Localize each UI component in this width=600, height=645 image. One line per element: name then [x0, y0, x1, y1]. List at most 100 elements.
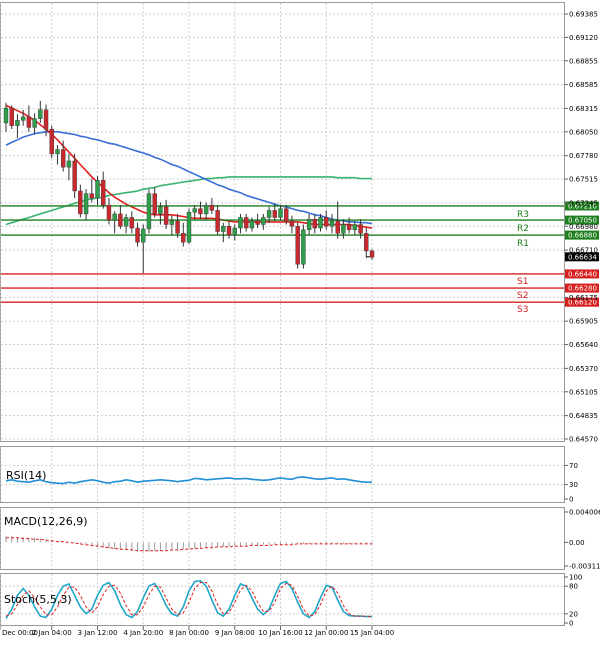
candle-bearish — [101, 180, 106, 206]
price-tick-label: 0.66175 — [569, 294, 598, 302]
candle-bullish — [123, 217, 129, 227]
candle-bearish — [295, 226, 300, 265]
candle-bearish — [181, 233, 186, 243]
level-label-r2: R2 — [517, 224, 529, 234]
macd-tick-label: 0.004006 — [569, 509, 600, 517]
candle-bullish — [55, 149, 60, 155]
candle-bearish — [312, 219, 318, 229]
stoch-tick-label: 80 — [569, 583, 578, 591]
price-tick-label: 0.67515 — [569, 176, 598, 184]
price-tick-label: 0.68315 — [569, 105, 598, 113]
candle-bearish — [26, 116, 32, 128]
rsi-tick-label: 70 — [569, 462, 578, 470]
candle-bullish — [306, 219, 312, 231]
rsi-tick-label: 0 — [569, 496, 573, 504]
candle-bearish — [129, 217, 135, 229]
candle-bearish — [272, 210, 277, 218]
candle-bullish — [318, 217, 323, 229]
candle-bullish — [341, 224, 346, 234]
macd-tick-label: -0.003115 — [569, 563, 600, 571]
level-label-r1: R1 — [517, 239, 529, 249]
candle-bearish — [72, 160, 77, 192]
candle-bullish — [261, 217, 266, 225]
macd-tick-label: 0.00 — [569, 539, 585, 547]
price-tick-label: 0.64570 — [569, 436, 598, 444]
x-axis-tick-label: 9 Jan 08:00 — [215, 629, 255, 637]
candle-bearish — [243, 217, 249, 229]
macd-label: MACD(12,26,9) — [4, 515, 88, 528]
candle-bullish — [266, 210, 272, 218]
candle-bearish — [163, 206, 169, 225]
price-tick-label: 0.65905 — [569, 318, 598, 326]
candle-bearish — [209, 204, 215, 211]
x-axis-tick-label: 2 Jan 04:00 — [32, 629, 72, 637]
candle-bearish — [284, 208, 289, 222]
candle-bearish — [60, 149, 66, 168]
level-price-label: 0.66440 — [568, 270, 597, 278]
price-tick-label: 0.68855 — [569, 57, 598, 65]
candle-bullish — [301, 229, 306, 265]
candle-bearish — [152, 193, 157, 215]
candle-bullish — [15, 120, 20, 126]
candle-bullish — [158, 206, 163, 215]
candle-bullish — [238, 217, 243, 229]
candle-bullish — [352, 224, 358, 231]
level-label-s3: S3 — [517, 305, 528, 315]
candle-bearish — [358, 224, 363, 234]
candle-bullish — [192, 208, 197, 213]
rsi-tick-label: 30 — [569, 481, 578, 489]
candle-bullish — [146, 193, 152, 230]
candle-bearish — [43, 109, 49, 130]
candle-bullish — [3, 107, 9, 124]
candle-bearish — [135, 227, 140, 243]
candle-bearish — [346, 224, 352, 231]
stoch-label: Stoch(5,5,3) — [4, 593, 72, 606]
price-tick-label: 0.69120 — [569, 34, 598, 42]
candle-bullish — [203, 204, 209, 215]
price-tick-label: 0.65640 — [569, 341, 598, 349]
candle-bullish — [278, 208, 283, 218]
candle-bullish — [32, 118, 37, 128]
price-tick-label: 0.67780 — [569, 152, 598, 160]
candle-bearish — [49, 128, 54, 155]
price-tick-label: 0.68050 — [569, 128, 598, 136]
level-price-label: 0.66280 — [568, 285, 597, 293]
candle-bearish — [335, 220, 340, 234]
candle-bearish — [255, 220, 260, 225]
candle-bullish — [169, 220, 175, 225]
level-label-s1: S1 — [517, 277, 528, 287]
price-tick-label: 0.65370 — [569, 365, 598, 373]
candle-bullish — [95, 180, 100, 199]
candle-bearish — [118, 213, 123, 227]
price-tick-label: 0.68585 — [569, 81, 598, 89]
candle-bullish — [221, 226, 226, 232]
candle-bearish — [215, 210, 220, 232]
trading-chart: R3 0.67210 R2 0.67050 R1 0.66880 S1 0.66440 S2 0.… — [0, 0, 600, 641]
price-tick-label: 0.66980 — [569, 223, 598, 231]
candle-bearish — [78, 190, 83, 215]
chart-canvas: R30.67210R20.67050R10.66880S10.66440S20.… — [0, 0, 600, 641]
candle-bearish — [198, 208, 203, 215]
candle-bullish — [38, 109, 43, 119]
candle-bullish — [186, 211, 192, 243]
candle-bullish — [249, 220, 255, 229]
x-axis-tick-label: 15 Jan 04:00 — [350, 629, 394, 637]
level-price-label: 0.66880 — [568, 232, 597, 240]
candle-bullish — [83, 193, 89, 215]
x-axis-tick-label: 10 Jan 16:00 — [258, 629, 302, 637]
price-tick-label: 0.67245 — [569, 199, 598, 207]
price-tick-label: 0.65105 — [569, 388, 598, 396]
x-axis-tick-label: 4 Jan 20:00 — [123, 629, 163, 637]
level-label-s2: S2 — [517, 291, 528, 301]
candle-bearish — [226, 226, 232, 236]
candle-bearish — [9, 107, 14, 126]
price-tick-label: 0.69385 — [569, 11, 598, 19]
stoch-tick-label: 100 — [569, 574, 582, 582]
candle-bullish — [112, 213, 117, 221]
x-axis-tick-label: 3 Jan 12:00 — [78, 629, 118, 637]
candle-bullish — [329, 220, 335, 227]
candle-bearish — [106, 204, 112, 221]
candle-bearish — [364, 233, 369, 252]
stoch-tick-label: 20 — [569, 610, 578, 618]
candle-bullish — [20, 116, 26, 121]
